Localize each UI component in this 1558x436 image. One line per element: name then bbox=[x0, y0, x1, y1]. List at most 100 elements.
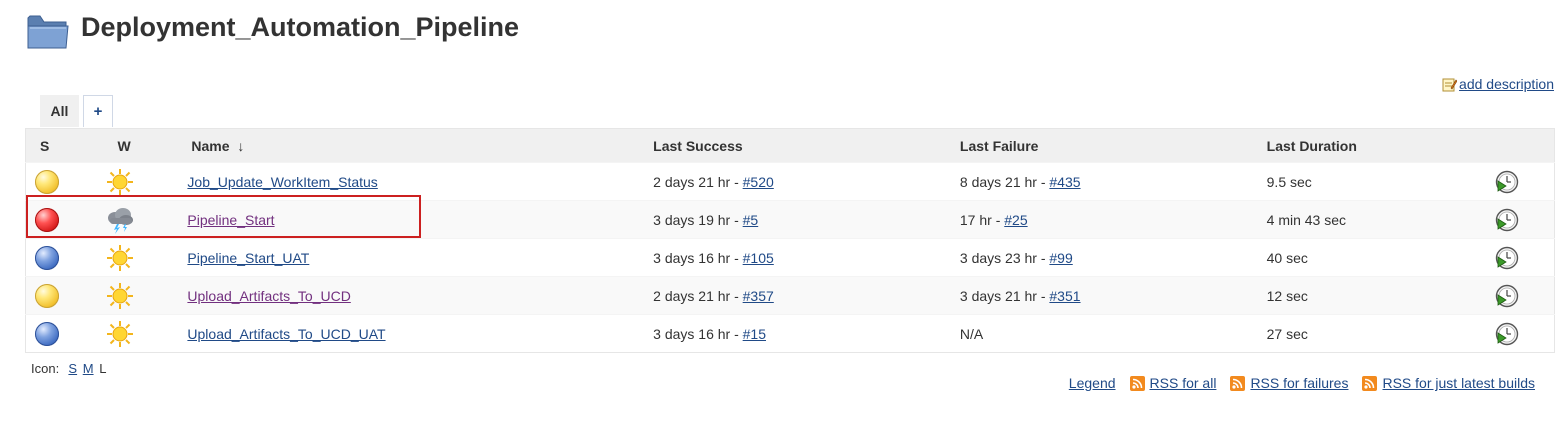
failure-build-link[interactable]: #25 bbox=[1004, 212, 1027, 228]
weather-cell bbox=[105, 276, 184, 315]
schedule-build-icon bbox=[1496, 322, 1519, 345]
header-weather[interactable]: W bbox=[105, 128, 184, 163]
success-build-link[interactable]: #5 bbox=[743, 212, 759, 228]
last-success-cell: 3 days 19 hr - #5 bbox=[649, 200, 956, 239]
icon-size-label: Icon: bbox=[31, 361, 60, 376]
last-failure-time: 17 hr - bbox=[959, 211, 1005, 228]
schedule-build-icon bbox=[1496, 170, 1519, 193]
job-name-cell: Upload_Artifacts_To_UCD bbox=[183, 276, 650, 315]
header-actions bbox=[1472, 128, 1555, 163]
schedule-build-cell[interactable] bbox=[1472, 238, 1555, 277]
last-success-time: 2 days 21 hr - bbox=[653, 287, 743, 304]
job-link[interactable]: Upload_Artifacts_To_UCD_UAT bbox=[187, 326, 385, 342]
last-success-cell: 2 days 21 hr - #357 bbox=[649, 276, 956, 315]
header-last-duration[interactable]: Last Duration bbox=[1262, 128, 1473, 163]
last-duration-cell: 4 min 43 sec bbox=[1262, 200, 1473, 239]
failure-build-link[interactable]: #435 bbox=[1049, 174, 1080, 190]
status-blue-ball-icon[interactable] bbox=[35, 321, 59, 346]
add-description-link[interactable]: add description bbox=[1442, 76, 1554, 92]
view-tabs: All + bbox=[40, 95, 113, 127]
last-failure-time: 8 days 21 hr - bbox=[959, 173, 1050, 190]
table-row: Job_Update_WorkItem_Status 2 days 21 hr -… bbox=[25, 162, 1555, 201]
last-success-time: 3 days 16 hr - bbox=[653, 325, 743, 342]
sunny-weather-icon bbox=[107, 244, 134, 271]
last-failure-cell: 17 hr - #25 bbox=[955, 200, 1263, 239]
rss-icon bbox=[1362, 375, 1378, 391]
tab-add-view[interactable]: + bbox=[83, 95, 113, 127]
rss-all-link[interactable]: RSS for all bbox=[1150, 375, 1217, 391]
job-link[interactable]: Pipeline_Start bbox=[187, 212, 274, 228]
job-name-cell: Pipeline_Start_UAT bbox=[183, 238, 650, 277]
rss-all[interactable]: RSS for all bbox=[1129, 375, 1217, 391]
schedule-build-cell[interactable] bbox=[1472, 200, 1555, 239]
job-link[interactable]: Job_Update_WorkItem_Status bbox=[187, 174, 377, 190]
last-failure-cell: N/A bbox=[955, 314, 1263, 353]
schedule-build-cell[interactable] bbox=[1472, 162, 1555, 201]
job-link[interactable]: Pipeline_Start_UAT bbox=[187, 250, 309, 266]
rss-icon bbox=[1129, 375, 1145, 391]
status-cell bbox=[25, 200, 106, 239]
schedule-build-cell[interactable] bbox=[1472, 314, 1555, 353]
last-success-time: 3 days 19 hr - bbox=[653, 211, 743, 228]
sunny-weather-icon bbox=[107, 168, 134, 195]
weather-cell bbox=[105, 162, 184, 201]
header-name-label: Name bbox=[191, 137, 230, 154]
table-header-row: S W Name ↓ Last Success Last Failure Las… bbox=[25, 128, 1555, 163]
last-success-cell: 3 days 16 hr - #105 bbox=[649, 238, 956, 277]
add-description-text[interactable]: add description bbox=[1459, 76, 1554, 92]
status-cell bbox=[25, 238, 106, 277]
rss-failures-link[interactable]: RSS for failures bbox=[1250, 375, 1348, 391]
success-build-link[interactable]: #520 bbox=[743, 174, 774, 190]
folder-icon bbox=[27, 15, 69, 49]
rss-failures[interactable]: RSS for failures bbox=[1230, 375, 1348, 391]
table-row: Upload_Artifacts_To_UCD 2 days 21 hr - #3… bbox=[25, 276, 1555, 315]
success-build-link[interactable]: #105 bbox=[743, 250, 774, 266]
footer-links: Legend RSS for all RSS for failures RSS … bbox=[1069, 375, 1535, 391]
tab-all[interactable]: All bbox=[40, 95, 79, 127]
edit-notepad-icon bbox=[1442, 78, 1458, 91]
job-name-cell: Job_Update_WorkItem_Status bbox=[183, 162, 650, 201]
schedule-build-cell[interactable] bbox=[1472, 276, 1555, 315]
rss-latest[interactable]: RSS for just latest builds bbox=[1362, 375, 1535, 391]
header-status[interactable]: S bbox=[25, 128, 106, 163]
job-link[interactable]: Upload_Artifacts_To_UCD bbox=[187, 288, 350, 304]
header-last-success[interactable]: Last Success bbox=[649, 128, 956, 163]
last-failure-cell: 3 days 21 hr - #351 bbox=[955, 276, 1263, 315]
weather-cell bbox=[105, 200, 184, 239]
weather-cell bbox=[105, 238, 184, 277]
last-duration-cell: 9.5 sec bbox=[1262, 162, 1473, 201]
icon-size-small[interactable]: S bbox=[68, 361, 77, 376]
last-duration-cell: 12 sec bbox=[1262, 276, 1473, 315]
job-name-cell: Pipeline_Start bbox=[183, 200, 650, 239]
last-failure-cell: 3 days 23 hr - #99 bbox=[955, 238, 1263, 277]
schedule-build-icon bbox=[1496, 246, 1519, 269]
icon-size-large: L bbox=[99, 361, 107, 376]
success-build-link[interactable]: #15 bbox=[743, 326, 766, 342]
header-last-failure[interactable]: Last Failure bbox=[955, 128, 1263, 163]
last-success-time: 3 days 16 hr - bbox=[653, 249, 743, 266]
header-name[interactable]: Name ↓ bbox=[183, 128, 650, 163]
failure-build-link[interactable]: #99 bbox=[1049, 250, 1072, 266]
last-failure-time: 3 days 21 hr - bbox=[959, 287, 1050, 304]
last-duration-cell: 27 sec bbox=[1262, 314, 1473, 353]
success-build-link[interactable]: #357 bbox=[743, 288, 774, 304]
status-blue-ball-icon[interactable] bbox=[35, 245, 59, 270]
legend-link[interactable]: Legend bbox=[1069, 375, 1116, 391]
table-row: Upload_Artifacts_To_UCD_UAT 3 days 16 hr … bbox=[25, 314, 1555, 353]
icon-size-medium[interactable]: M bbox=[83, 361, 94, 376]
last-failure-cell: 8 days 21 hr - #435 bbox=[955, 162, 1263, 201]
schedule-build-icon bbox=[1496, 284, 1519, 307]
last-failure-time: 3 days 23 hr - bbox=[959, 249, 1050, 266]
rss-latest-link[interactable]: RSS for just latest builds bbox=[1382, 375, 1535, 391]
last-failure-time: N/A bbox=[959, 325, 984, 342]
status-yellow-ball-icon[interactable] bbox=[35, 169, 59, 194]
rss-icon bbox=[1230, 375, 1246, 391]
page-title: Deployment_Automation_Pipeline bbox=[81, 12, 520, 42]
last-success-time: 2 days 21 hr - bbox=[653, 173, 743, 190]
status-yellow-ball-icon[interactable] bbox=[35, 283, 59, 308]
status-red-ball-icon[interactable] bbox=[35, 207, 59, 232]
last-duration-cell: 40 sec bbox=[1262, 238, 1473, 277]
failure-build-link[interactable]: #351 bbox=[1049, 288, 1080, 304]
jobs-table: S W Name ↓ Last Success Last Failure Las… bbox=[25, 128, 1555, 353]
thunderstorm-weather-icon bbox=[108, 207, 134, 234]
